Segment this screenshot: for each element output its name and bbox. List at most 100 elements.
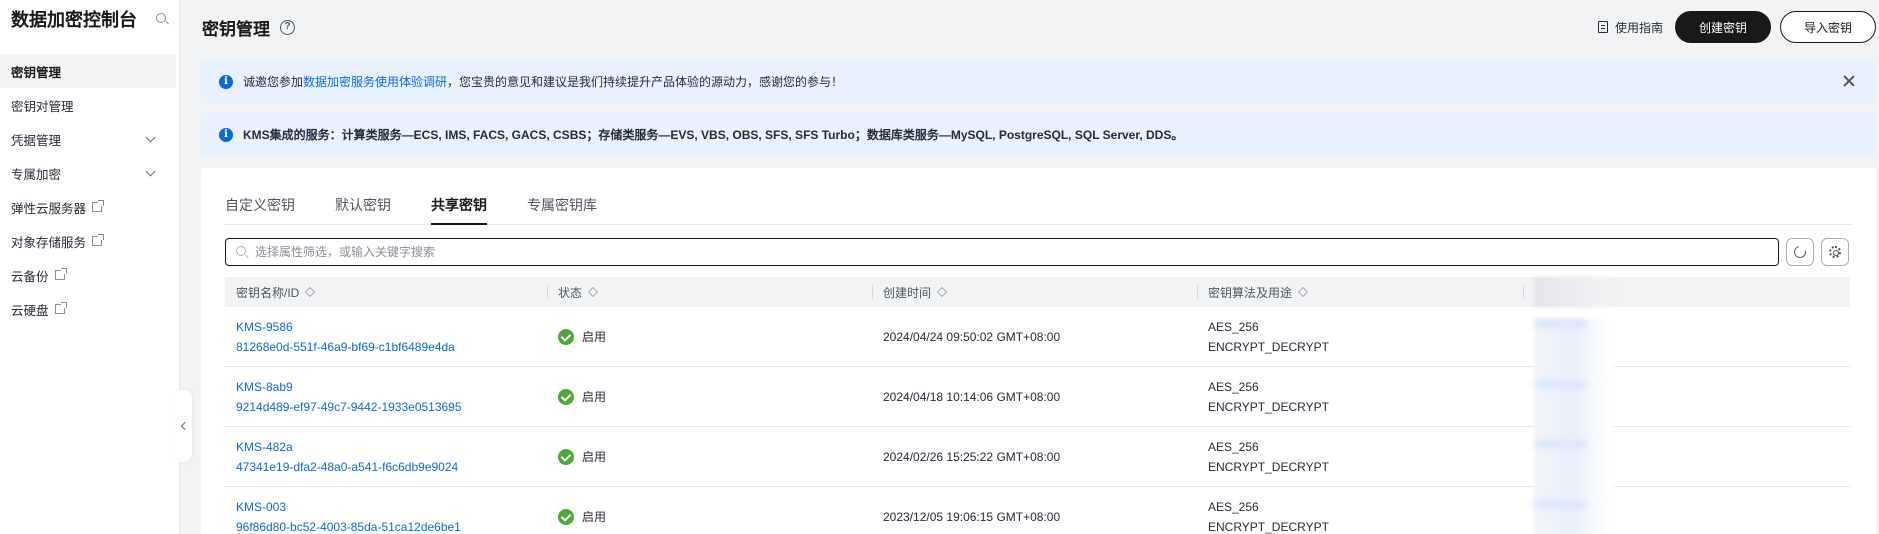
sidebar-item-label: 凭据管理 (11, 133, 62, 148)
sidebar: 数据加密控制台 密钥管理 密钥对管理 凭据管理 专属加密 弹性云服务器 对象存储… (0, 0, 180, 534)
page-title: 密钥管理 (202, 19, 270, 39)
sidebar-item-key-management[interactable]: 密钥管理 (0, 54, 176, 88)
external-link-icon (54, 268, 67, 280)
info-icon: i (219, 127, 233, 142)
sort-icon[interactable] (588, 287, 598, 297)
key-id-link[interactable]: 96f86d80-bc52-4003-85da-51ca12de6be1 (236, 517, 547, 534)
chevron-left-icon (180, 421, 190, 431)
algorithm-cell: AES_256 ENCRYPT_DECRYPT (1197, 377, 1523, 417)
table-row: KMS-9586 81268e0d-551f-46a9-bf69-c1bf6489… (225, 307, 1850, 379)
survey-prefix: 诚邀您参加 (243, 75, 304, 89)
key-name-link[interactable]: KMS-482a (236, 437, 547, 457)
status-cell: 启用 (547, 508, 872, 525)
external-link-icon (92, 234, 105, 246)
column-header-algorithm[interactable]: 密钥算法及用途 (1197, 277, 1523, 307)
sidebar-header: 数据加密控制台 (0, 0, 179, 38)
blurred-content (1534, 379, 1614, 439)
import-key-button[interactable]: 导入密钥 (1779, 11, 1876, 43)
column-header-status[interactable]: 状态 (547, 277, 872, 307)
column-header-created[interactable]: 创建时间 (872, 277, 1197, 307)
survey-link[interactable]: 数据加密服务使用体验调研 (303, 73, 447, 90)
search-box[interactable] (225, 238, 1779, 266)
algorithm: AES_256 (1208, 499, 1259, 514)
help-icon[interactable]: ? (280, 19, 295, 35)
sidebar-item-ecs[interactable]: 弹性云服务器 (0, 190, 176, 224)
blurred-content (1534, 439, 1614, 499)
settings-button[interactable] (1821, 238, 1849, 266)
blurred-content (1534, 319, 1614, 379)
usage: ENCRYPT_DECRYPT (1208, 519, 1329, 534)
blurred-header (1534, 277, 1614, 307)
sidebar-item-label: 密钥管理 (11, 65, 62, 80)
status-label: 启用 (582, 330, 607, 344)
check-circle-icon (558, 328, 574, 345)
algorithm: AES_256 (1208, 439, 1259, 454)
sort-icon[interactable] (305, 287, 316, 297)
chevron-down-icon (145, 166, 156, 176)
key-id-link[interactable]: 81268e0d-551f-46a9-bf69-c1bf6489e4da (236, 337, 547, 357)
key-id-link[interactable]: 47341e19-dfa2-48a0-a541-f6c6db9e9024 (236, 457, 547, 477)
tab-default-keys[interactable]: 默认密钥 (335, 184, 391, 225)
search-icon (236, 245, 249, 259)
sort-icon[interactable] (1298, 287, 1308, 297)
status-label: 启用 (582, 390, 607, 404)
usage: ENCRYPT_DECRYPT (1208, 459, 1329, 474)
key-tabs: 自定义密钥 默认密钥 共享密钥 专属密钥库 (225, 184, 1852, 225)
sidebar-item-label: 专属加密 (11, 167, 62, 182)
algorithm-cell: AES_256 ENCRYPT_DECRYPT (1197, 437, 1523, 477)
search-input[interactable] (255, 245, 855, 259)
created-time: 2024/04/18 10:14:06 GMT+08:00 (883, 389, 1061, 404)
keys-table: 密钥名称/ID 状态 创建时间 密钥算法及用途 KMS-9586 81268e0d… (225, 277, 1850, 534)
page-header: 密钥管理 ? 使用指南 创建密钥 导入密钥 (181, 0, 1879, 54)
status-cell: 启用 (547, 328, 872, 345)
search-icon[interactable] (155, 12, 169, 26)
header-actions: 使用指南 创建密钥 导入密钥 (1597, 11, 1876, 43)
sidebar-item-label: 对象存储服务 (11, 235, 87, 250)
tab-shared-keys[interactable]: 共享密钥 (431, 184, 487, 225)
status-label: 启用 (582, 450, 607, 464)
check-circle-icon (558, 448, 574, 465)
create-key-button[interactable]: 创建密钥 (1674, 11, 1771, 43)
chevron-down-icon (145, 132, 156, 142)
tab-custom-keys[interactable]: 自定义密钥 (225, 184, 295, 225)
usage: ENCRYPT_DECRYPT (1208, 339, 1329, 354)
user-guide-link[interactable]: 使用指南 (1597, 19, 1663, 36)
algorithm-cell: AES_256 ENCRYPT_DECRYPT (1197, 497, 1523, 534)
sidebar-item-label: 密钥对管理 (11, 99, 74, 114)
check-circle-icon (558, 388, 574, 405)
integration-text: KMS集成的服务：计算类服务—ECS, IMS, FACS, GACS, CSB… (243, 128, 1184, 142)
refresh-button[interactable] (1786, 238, 1814, 266)
integration-banner: i KMS集成的服务：计算类服务—ECS, IMS, FACS, GACS, C… (201, 113, 1876, 156)
sidebar-item-key-pair-management[interactable]: 密钥对管理 (0, 88, 176, 122)
status-label: 启用 (582, 510, 607, 524)
sort-icon[interactable] (937, 287, 947, 297)
created-time: 2024/02/26 15:25:22 GMT+08:00 (883, 449, 1061, 464)
sidebar-item-evs[interactable]: 云硬盘 (0, 292, 176, 326)
usage: ENCRYPT_DECRYPT (1208, 399, 1329, 414)
key-id-link[interactable]: 9214d489-ef97-49c7-9442-1933e0513695 (236, 397, 547, 417)
key-name-link[interactable]: KMS-003 (236, 497, 547, 517)
sidebar-item-cloud-backup[interactable]: 云备份 (0, 258, 176, 292)
close-icon[interactable] (1842, 74, 1856, 88)
survey-suffix: ，您宝贵的意见和建议是我们持续提升产品体验的源动力，感谢您的参与！ (447, 75, 844, 89)
user-guide-label: 使用指南 (1614, 20, 1663, 35)
sidebar-item-dedicated-encryption[interactable]: 专属加密 (0, 156, 176, 190)
column-label: 创建时间 (883, 285, 932, 300)
keys-panel: 自定义密钥 默认密钥 共享密钥 专属密钥库 密钥名称/ID 状态 创建时间 密钥… (201, 168, 1876, 534)
key-name-link[interactable]: KMS-8ab9 (236, 377, 547, 397)
table-header: 密钥名称/ID 状态 创建时间 密钥算法及用途 (225, 277, 1850, 307)
sidebar-item-credential-management[interactable]: 凭据管理 (0, 122, 176, 156)
key-name-link[interactable]: KMS-9586 (236, 317, 547, 337)
sidebar-collapse-button[interactable] (176, 390, 192, 462)
gear-icon (1829, 246, 1841, 258)
status-cell: 启用 (547, 448, 872, 465)
algorithm: AES_256 (1208, 379, 1259, 394)
info-icon: i (219, 74, 233, 89)
algorithm-cell: AES_256 ENCRYPT_DECRYPT (1197, 317, 1523, 357)
tab-dedicated-keystore[interactable]: 专属密钥库 (527, 184, 597, 225)
sidebar-item-label: 云硬盘 (11, 303, 49, 318)
refresh-icon (1791, 243, 1809, 261)
column-label: 状态 (558, 285, 583, 300)
column-header-name[interactable]: 密钥名称/ID (225, 277, 547, 307)
sidebar-item-obs[interactable]: 对象存储服务 (0, 224, 176, 258)
